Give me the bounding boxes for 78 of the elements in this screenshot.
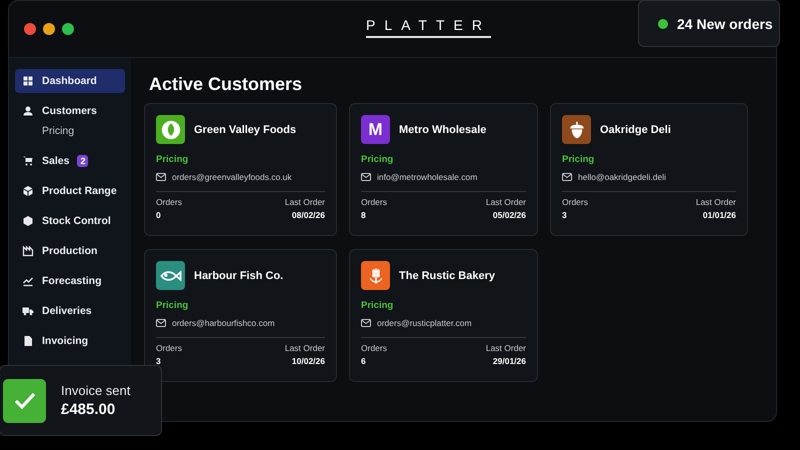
customer-email: orders@harbourfishco.com: [172, 318, 275, 328]
mail-icon: [156, 319, 166, 327]
customer-name: Green Valley Foods: [194, 124, 296, 136]
fish-icon: [160, 268, 182, 282]
page-title: Active Customers: [149, 74, 304, 95]
orders-label: Orders: [562, 197, 588, 207]
customer-email: orders@greenvalleyfoods.co.uk: [172, 172, 292, 182]
check-icon: [3, 378, 46, 422]
pricing-link[interactable]: Pricing: [562, 154, 736, 165]
mail-icon: [156, 173, 166, 181]
customer-card[interactable]: The Rustic Bakery Pricing orders@rusticplatter.com Orders 6 Last Order 29/01/26: [349, 249, 538, 382]
document-icon: [22, 335, 34, 347]
pricing-link[interactable]: Pricing: [156, 300, 325, 311]
customer-card[interactable]: Harbour Fish Co. Pricing orders@harbourfishco.com Orders 3 Last Order 10/02/26: [144, 249, 337, 382]
dashboard-icon: [22, 75, 34, 87]
mail-icon: [361, 173, 371, 181]
truck-icon: [22, 305, 34, 317]
orders-label: Orders: [156, 197, 182, 207]
last-order-label: Last Order: [696, 197, 736, 207]
leaf-icon: [160, 120, 180, 140]
customer-logo: M: [361, 115, 390, 144]
customer-email: orders@rusticplatter.com: [377, 318, 472, 328]
last-order-date: 05/02/26: [492, 210, 526, 220]
orders-count: 8: [361, 210, 366, 220]
customer-name: Oakridge Deli: [600, 124, 671, 136]
sidebar-item[interactable]: Production: [15, 239, 125, 263]
last-order-date: 08/02/26: [292, 210, 325, 220]
sidebar-item[interactable]: Dashboard: [15, 69, 125, 93]
customer-card[interactable]: Oakridge Deli Pricing hello@oakridgedeli.deli Orders 3 Last Order 01/01/26: [550, 103, 748, 236]
toast-text: 24 New orders: [677, 16, 773, 32]
customer-name: Harbour Fish Co.: [194, 270, 284, 282]
count-badge: 2: [77, 155, 88, 167]
sidebar-item[interactable]: Invoicing: [15, 329, 125, 353]
sidebar-item[interactable]: Forecasting: [15, 269, 125, 293]
acorn-icon: [568, 120, 586, 138]
mail-icon: [361, 319, 371, 327]
orders-count: 3: [156, 356, 161, 366]
orders-count: 3: [562, 210, 567, 220]
customer-card[interactable]: Green Valley Foods Pricing orders@greenvalleyfoods.co.uk Orders 0 Last Order 08/02/26: [144, 103, 337, 236]
orders-count: 6: [361, 356, 366, 366]
factory-icon: [22, 245, 34, 257]
sidebar-item[interactable]: Stock Control: [15, 209, 125, 233]
user-icon: [22, 105, 34, 117]
sidebar-item[interactable]: Customers: [15, 99, 125, 123]
window-control[interactable]: [24, 23, 36, 35]
last-order-label: Last Order: [486, 343, 526, 353]
customer-email: hello@oakridgedeli.deli: [578, 172, 666, 182]
last-order-label: Last Order: [486, 197, 526, 207]
sidebar-item[interactable]: Product Range: [15, 179, 125, 203]
customer-card[interactable]: M Metro Wholesale Pricing info@metrowholesale.com Orders 8 Last Order 05/02/26: [349, 103, 538, 236]
orders-label: Orders: [361, 343, 387, 353]
mail-icon: [562, 173, 572, 181]
pricing-link[interactable]: Pricing: [361, 300, 526, 311]
chart-icon: [22, 275, 34, 287]
last-order-label: Last Order: [284, 197, 325, 207]
last-order-label: Last Order: [284, 343, 325, 353]
sidebar-subitem[interactable]: Pricing: [15, 125, 125, 141]
customer-email: info@metrowholesale.com: [377, 172, 478, 182]
orders-count: 0: [156, 210, 161, 220]
box-icon: [22, 185, 34, 197]
sidebar-item[interactable]: Sales 2: [15, 149, 125, 173]
customer-name: Metro Wholesale: [399, 124, 486, 136]
brand-logo: PLATTER: [366, 17, 491, 38]
customer-name: The Rustic Bakery: [399, 270, 495, 282]
orders-label: Orders: [361, 197, 387, 207]
cart-icon: [22, 155, 34, 167]
last-order-date: 29/01/26: [492, 356, 526, 366]
last-order-date: 01/01/26: [702, 210, 736, 220]
toast-title: Invoice sent: [61, 383, 130, 398]
pricing-link[interactable]: Pricing: [156, 154, 325, 165]
window-control[interactable]: [43, 23, 55, 35]
orders-label: Orders: [156, 343, 182, 353]
cube-icon: [22, 215, 34, 227]
pricing-link[interactable]: Pricing: [361, 154, 526, 165]
window-control[interactable]: [62, 23, 74, 35]
last-order-date: 10/02/26: [292, 356, 325, 366]
sidebar-item[interactable]: Deliveries: [15, 299, 125, 323]
toast-amount: £485.00: [61, 401, 116, 418]
